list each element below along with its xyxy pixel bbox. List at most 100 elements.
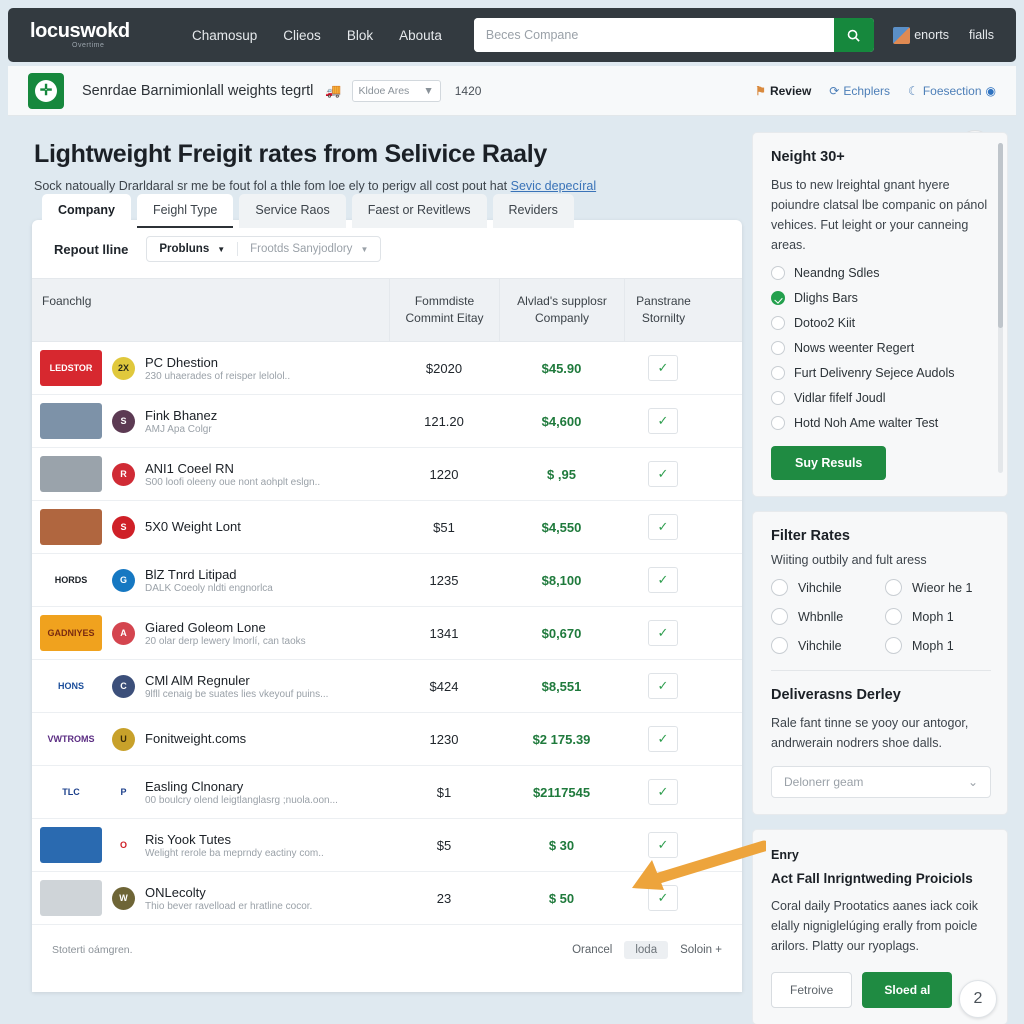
promo-secondary-button[interactable]: Fetroive (771, 972, 853, 1008)
radio-option[interactable]: Moph 1 (885, 637, 991, 654)
nav-link-4[interactable]: Abouta (399, 28, 442, 43)
check-icon-button[interactable]: ✓ (648, 779, 678, 805)
review-link[interactable]: ⚑ Review (755, 84, 811, 98)
filter-secondary-dropdown[interactable]: Frootds Sanyjodlory ▼ (238, 243, 380, 255)
radio-option[interactable]: Furt Delivenry Sejece Audols (771, 366, 991, 380)
table-row[interactable]: VWTROMS U Fonitweight.coms 1230 $2 175.39 ✓ (32, 713, 742, 766)
supplier-price-cell: $4,600 (541, 413, 582, 429)
table-row[interactable]: W ONLecolty Thio bever ravelload er hratli… (32, 872, 742, 925)
company-name: CMl AlM Regnuler (145, 672, 250, 688)
column-header-supplier[interactable]: Alvlad's supplosr Companly (499, 279, 624, 341)
check-icon-button[interactable]: ✓ (648, 620, 678, 646)
company-name-block: Giared Goleom Lone 20 olar derp lewery lm… (145, 620, 306, 647)
radio-option-label: Moph 1 (912, 638, 954, 653)
search-submit-button[interactable] (833, 18, 874, 52)
company-thumbnail: HONS (40, 668, 102, 704)
company-description: 9lfll cenaig be suates lies vkeyouf puin… (145, 688, 329, 700)
radio-option[interactable]: Moph 1 (885, 608, 991, 625)
panel-scrollbar-thumb[interactable] (998, 143, 1003, 328)
flag-icon: ⚑ (755, 83, 766, 98)
promo-primary-button[interactable]: Sloed al (862, 972, 953, 1008)
region-select[interactable]: Kldoe Ares ▼ (351, 79, 441, 102)
tab-company[interactable]: Company (42, 194, 131, 228)
mail-menu[interactable]: fialls (969, 28, 994, 42)
footer-more-link[interactable]: Soloin + (680, 944, 722, 956)
weight-filter-panel: Neight 30+ Bus to new lreightal gnant hy… (752, 132, 1008, 497)
estimate-cell: 1230 (429, 731, 459, 747)
nav-link-2[interactable]: Clieos (283, 28, 321, 43)
echplers-link[interactable]: ⟳ Echplers (829, 84, 890, 98)
check-icon-button[interactable]: ✓ (648, 408, 678, 434)
notification-bubble[interactable]: 2 (959, 980, 997, 1018)
region-select-value: Kldoe Ares (358, 84, 410, 97)
radio-option[interactable]: Hotd Noh Ame walter Test (771, 416, 991, 430)
row-action-cell: ✓ (624, 408, 702, 434)
radio-icon (771, 291, 785, 305)
mail-label: fialls (968, 28, 994, 42)
radio-option[interactable]: Dlighs Bars (771, 291, 991, 305)
check-icon-button[interactable]: ✓ (648, 567, 678, 593)
column-header-stability-line1: Panstrane (636, 294, 691, 308)
row-action-cell: ✓ (624, 832, 702, 858)
nav-link-1[interactable]: Chamosup (192, 28, 257, 43)
page-root: locuswokd Overtime Chamosup Clieos Blok … (0, 0, 1024, 1024)
table-row[interactable]: TLC P Easling Clnonary 00 boulcry olend lei… (32, 766, 742, 819)
check-icon-button[interactable]: ✓ (648, 673, 678, 699)
chevron-down-icon: ▼ (217, 244, 226, 254)
row-action-cell: ✓ (624, 461, 702, 487)
delivery-team-select[interactable]: Delonerr geam ⌄ (771, 766, 991, 798)
radio-option[interactable]: Dotoo2 Kiit (771, 316, 991, 330)
company-thumbnail (40, 827, 102, 863)
logo-text: locuswokd (30, 20, 130, 42)
footer-page-button[interactable]: loda (624, 941, 669, 959)
radio-option[interactable]: Nows weenter Regert (771, 341, 991, 355)
filter-rates-title: Filter Rates (771, 528, 850, 544)
delivery-panel-title: Deliverasns Derley (771, 687, 901, 703)
company-badge-icon: W (112, 886, 135, 910)
foesection-link[interactable]: ☾ Foesection ◉ (908, 84, 996, 98)
check-icon-button[interactable]: ✓ (648, 832, 678, 858)
radio-option[interactable]: Vidlar fifelf Joudl (771, 391, 991, 405)
tab-providers[interactable]: Reviders (492, 194, 574, 228)
check-icon-button[interactable]: ✓ (648, 726, 678, 752)
radio-option[interactable]: Wieor he 1 (885, 579, 991, 596)
check-icon-button[interactable]: ✓ (648, 514, 678, 540)
table-row[interactable]: S 5X0 Weight Lont $51 $4,550 ✓ (32, 501, 742, 554)
radio-icon (885, 608, 902, 625)
radio-option[interactable]: Vihchile (771, 637, 877, 654)
table-row[interactable]: LEDSTOR 2X PC Dhestion 230 uhaerades of rei… (32, 342, 742, 395)
column-header-stability[interactable]: Panstrane Stornilty (624, 279, 702, 341)
nav-link-3[interactable]: Blok (347, 28, 373, 43)
company-name: ONLecolty (145, 884, 206, 900)
table-row[interactable]: R ANI1 Coeel RN S00 loofi oleeny oue nont … (32, 448, 742, 501)
table-row[interactable]: O Ris Yook Tutes Welight rerole ba meprndy… (32, 819, 742, 872)
tab-reviews[interactable]: Faest or Revitlews (351, 194, 487, 228)
column-header-stability-line2: Stornilty (641, 311, 686, 325)
apply-results-button[interactable]: Suy Resuls (771, 446, 887, 480)
table-footer-note: Stoterti oámgren. (52, 944, 133, 956)
account-menu[interactable]: enorts (893, 26, 949, 44)
table-row[interactable]: S Fink Bhanez AMJ Apa Colgr 121.20 $4,600 ✓ (32, 395, 742, 448)
footer-cancel-link[interactable]: Orancel (572, 944, 612, 956)
row-action-cell: ✓ (624, 620, 702, 646)
column-header-estimate[interactable]: Fommdiste Commint Eitay (389, 279, 499, 341)
site-logo[interactable]: locuswokd Overtime (30, 21, 160, 49)
filter-pill-group: Probluns ▼ Frootds Sanyjodlory ▼ (146, 236, 382, 262)
table-row[interactable]: HONS C CMl AlM Regnuler 9lfll cenaig be sua… (32, 660, 742, 713)
company-name-block: Fink Bhanez AMJ Apa Colgr (145, 408, 217, 435)
radio-option[interactable]: Vihchile (771, 579, 877, 596)
radio-option[interactable]: Neandng Sdles (771, 266, 991, 280)
table-row[interactable]: HORDS G BlZ Tnrd Litipad DALK Coeoly nldti … (32, 554, 742, 607)
company-badge-icon: G (112, 568, 135, 592)
tab-service-rates[interactable]: Service Raos (239, 194, 346, 228)
check-icon-button[interactable]: ✓ (648, 885, 678, 911)
filter-primary-dropdown[interactable]: Probluns ▼ (147, 243, 237, 255)
check-icon-button[interactable]: ✓ (648, 355, 678, 381)
column-header-company[interactable]: Foanchlg (32, 279, 389, 341)
search-input[interactable] (473, 18, 834, 52)
check-icon-button[interactable]: ✓ (648, 461, 678, 487)
radio-option[interactable]: Whbnlle (771, 608, 877, 625)
filter-primary-label: Probluns (159, 243, 210, 255)
table-row[interactable]: GADNIYES A Giared Goleom Lone 20 olar derp … (32, 607, 742, 660)
tab-freight-type[interactable]: Feighl Type (136, 194, 234, 228)
